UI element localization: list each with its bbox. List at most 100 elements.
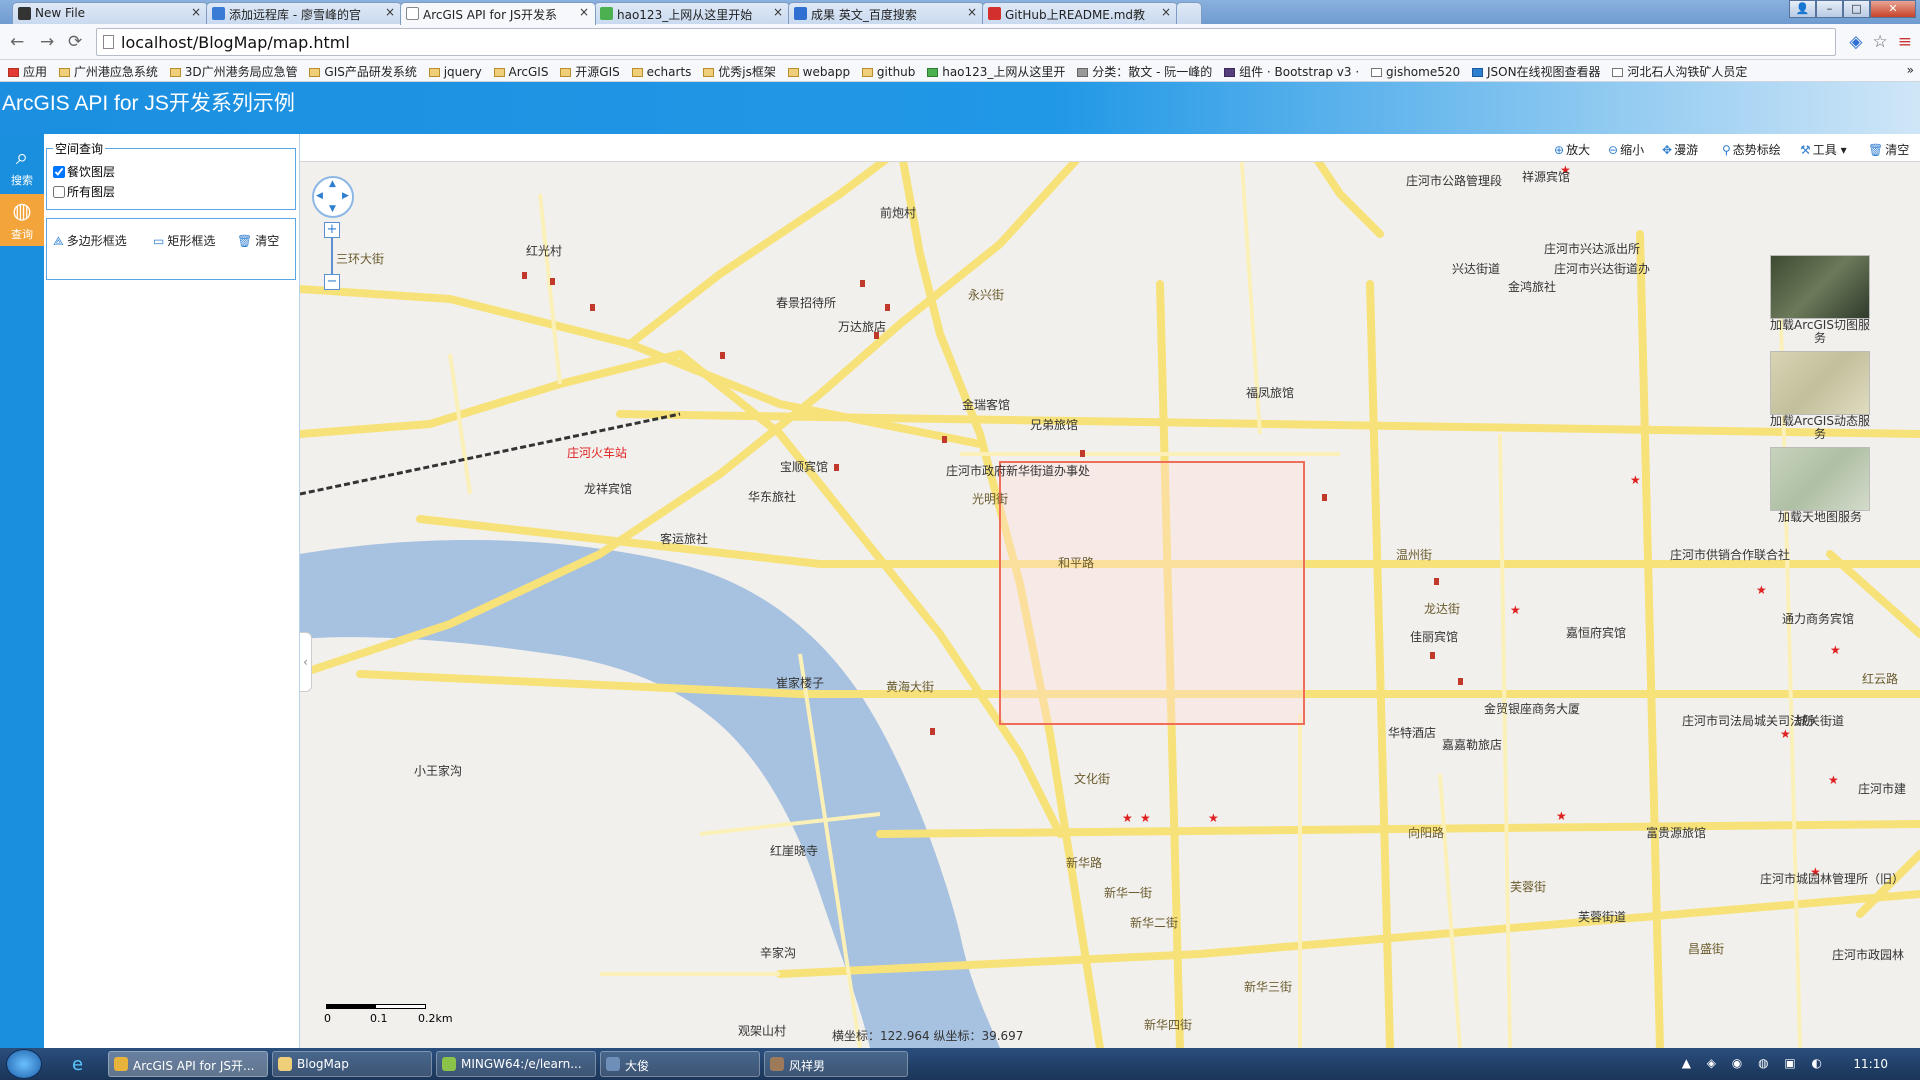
- map-label: 兄弟旅馆: [1030, 418, 1079, 432]
- svg-text:★: ★: [1780, 727, 1791, 741]
- tab-baidu[interactable]: 成果 英文_百度搜索 ×: [788, 2, 984, 24]
- map-label: 和平路: [1058, 556, 1095, 570]
- tab-hao123[interactable]: hao123_上网从这里开始 ×: [594, 2, 790, 24]
- bookmark-item[interactable]: gishome520: [1371, 65, 1460, 79]
- pan-right-icon[interactable]: ▶: [342, 191, 349, 201]
- nav-search[interactable]: ⌕ 搜索: [0, 140, 44, 192]
- svg-text:★: ★: [1122, 811, 1133, 825]
- taskbar-app[interactable]: 大俊: [600, 1051, 760, 1077]
- zoom-in-tool[interactable]: ⊕ 放大: [1554, 141, 1590, 158]
- back-icon[interactable]: ←: [10, 32, 24, 52]
- bookmark-item[interactable]: GIS产品研发系统: [309, 63, 417, 80]
- rect-select-button[interactable]: ▭ 矩形框选: [153, 233, 219, 249]
- close-icon[interactable]: ×: [579, 5, 589, 19]
- folder-icon: [560, 68, 572, 77]
- map-label: 红云路: [1862, 672, 1899, 686]
- dining-layer-checkbox[interactable]: [53, 166, 65, 178]
- pan-left-icon[interactable]: ◀: [316, 191, 323, 201]
- reload-icon[interactable]: ⟳: [68, 32, 82, 52]
- layer-checkbox-all[interactable]: 所有图层: [53, 183, 115, 200]
- forward-icon[interactable]: →: [40, 32, 54, 52]
- close-icon[interactable]: ×: [191, 5, 201, 19]
- bookmark-item[interactable]: 广州港应急系统: [58, 63, 158, 80]
- pan-down-icon[interactable]: ▼: [329, 204, 336, 214]
- bookmark-folder[interactable]: webapp: [787, 65, 850, 79]
- star-icon[interactable]: ☆: [1873, 32, 1888, 52]
- bookmark-item[interactable]: 河北石人沟铁矿人员定: [1612, 63, 1747, 80]
- map-label: 小王家沟: [414, 764, 463, 778]
- plot-tool[interactable]: ⚲ 态势标绘: [1722, 141, 1781, 158]
- taskbar-app[interactable]: BlogMap: [272, 1051, 432, 1077]
- all-layers-checkbox[interactable]: [53, 186, 65, 198]
- close-window-button[interactable]: ✕: [1870, 0, 1916, 18]
- tab-new-file[interactable]: New File ×: [12, 2, 208, 24]
- pan-up-icon[interactable]: ▲: [329, 179, 336, 189]
- map-label: 庄河市兴达派出所: [1544, 242, 1641, 256]
- zoom-out-button[interactable]: −: [324, 274, 340, 290]
- system-tray[interactable]: ▲ ◈ ◉ ◍ ▣ ◐: [1682, 1056, 1828, 1070]
- bookmark-item[interactable]: JSON在线视图查看器: [1471, 63, 1601, 80]
- layer-checkbox-dining[interactable]: 餐饮图层: [53, 163, 115, 180]
- group-legend: 空间查询: [53, 140, 106, 157]
- zoom-slider[interactable]: + −: [324, 222, 340, 290]
- taskbar-app[interactable]: MINGW64:/e/learn...: [436, 1051, 596, 1077]
- panel-collapse-handle[interactable]: ‹: [300, 632, 312, 692]
- map-label: 福凤旅馆: [1246, 386, 1295, 400]
- zoom-out-tool[interactable]: ⊖ 缩小: [1608, 141, 1644, 158]
- basemap-dynamic[interactable]: 加载ArcGIS动态服务: [1770, 351, 1870, 441]
- map-label: 祥源宾馆: [1522, 170, 1571, 184]
- bookmark-folder[interactable]: 开源GIS: [560, 63, 620, 80]
- clear-map-tool[interactable]: 🗑 清空: [1868, 141, 1909, 158]
- start-button[interactable]: [6, 1049, 42, 1079]
- address-bar[interactable]: localhost/BlogMap/map.html: [96, 28, 1836, 56]
- zoom-in-button[interactable]: +: [324, 222, 340, 238]
- bookmark-item[interactable]: 3D广州港务局应急管: [169, 63, 298, 80]
- nav-query[interactable]: ◍ 查询: [0, 194, 44, 246]
- tab-github-readme[interactable]: GitHub上README.md教 ×: [982, 2, 1178, 24]
- close-icon[interactable]: ×: [385, 5, 395, 19]
- bookmark-folder[interactable]: jquery: [428, 65, 482, 79]
- bookmark-folder[interactable]: echarts: [631, 65, 691, 79]
- map-label: 红崖晓寺: [770, 844, 819, 858]
- bookmark-item[interactable]: 组件 · Bootstrap v3 ·: [1224, 63, 1359, 80]
- zoom-track[interactable]: [331, 238, 333, 274]
- scale-bar: 0 0.1 0.2km: [324, 1004, 453, 1034]
- bookmark-folder[interactable]: ArcGIS: [493, 65, 548, 79]
- tab-arcgis-demo[interactable]: ArcGIS API for JS开发系 ×: [400, 2, 596, 25]
- ie-icon[interactable]: e: [72, 1054, 83, 1075]
- pan-control[interactable]: ▲ ▼ ◀ ▶: [312, 176, 354, 218]
- map-label: 万达旅店: [838, 320, 887, 334]
- basemap-tiled[interactable]: 加载ArcGIS切图服务: [1770, 255, 1870, 345]
- close-icon[interactable]: ×: [967, 5, 977, 19]
- basemap-gallery: 加载ArcGIS切图服务 加载ArcGIS动态服务 加载天地图服务: [1770, 255, 1872, 530]
- maximize-button[interactable]: □: [1843, 0, 1870, 18]
- tools-dropdown[interactable]: ⚒ 工具 ▾: [1800, 141, 1847, 158]
- user-icon[interactable]: 👤: [1789, 0, 1816, 18]
- tab-liao-xuefeng[interactable]: 添加远程库 - 廖雪峰的官 ×: [206, 2, 402, 24]
- bookmark-folder[interactable]: github: [861, 65, 915, 79]
- selection-rectangle[interactable]: [999, 461, 1305, 725]
- bookmarks-overflow-icon[interactable]: »: [1907, 63, 1914, 77]
- url-text: localhost/BlogMap/map.html: [121, 33, 350, 52]
- polygon-select-button[interactable]: ⟁ 多边形框选: [53, 233, 127, 249]
- taskbar: e ArcGIS API for JS开... BlogMap MINGW64:…: [0, 1048, 1920, 1080]
- close-icon[interactable]: ×: [773, 5, 783, 19]
- bookmark-item[interactable]: hao123_上网从这里开: [927, 63, 1065, 80]
- basemap-tianditu[interactable]: 加载天地图服务: [1770, 447, 1870, 524]
- bookmark-apps[interactable]: 应用: [8, 63, 47, 80]
- bookmark-item[interactable]: 分类：散文 - 阮一峰的: [1077, 63, 1212, 80]
- map-label: 庄河市建: [1858, 782, 1907, 796]
- taskbar-app[interactable]: 风祥男: [764, 1051, 908, 1077]
- pan-tool[interactable]: ✥ 漫游: [1662, 141, 1698, 158]
- shield-icon[interactable]: ◈: [1849, 32, 1862, 52]
- close-icon[interactable]: ×: [1161, 5, 1171, 19]
- menu-icon[interactable]: ≡: [1898, 32, 1912, 52]
- bookmark-folder[interactable]: 优秀js框架: [703, 63, 776, 80]
- new-tab-button[interactable]: [1176, 2, 1202, 24]
- zoom-out-icon: ⊖: [1608, 143, 1619, 157]
- taskbar-app[interactable]: ArcGIS API for JS开...: [108, 1051, 268, 1077]
- map-view[interactable]: ★ ★ ★ ★ ★ ★ ★ ★ ★ ★ ★ ★ 庄河市公路管理段 祥源宾馆 前炮村 红光村 三环…: [300, 134, 1920, 1048]
- clear-button[interactable]: 🗑 清空: [237, 233, 279, 249]
- svg-text:★: ★: [1140, 811, 1151, 825]
- minimize-button[interactable]: –: [1816, 0, 1843, 18]
